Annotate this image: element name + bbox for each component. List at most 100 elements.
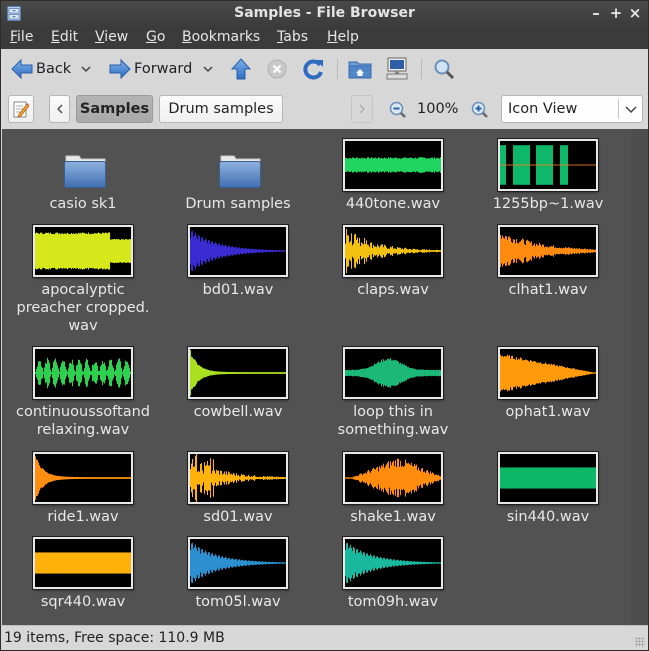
audio-thumbnail	[342, 224, 444, 278]
menu-edit[interactable]: Edit	[51, 29, 78, 45]
forward-label: Forward	[134, 61, 193, 77]
path-scroll-right-button[interactable]	[351, 95, 373, 123]
pencil-note-icon	[13, 101, 29, 118]
audio-thumbnail	[32, 451, 134, 505]
zoom-level: 100%	[417, 101, 459, 117]
toolbar: Back Forward	[1, 49, 648, 89]
home-button[interactable]	[348, 57, 372, 81]
file-name-label: relaxing.wav	[36, 422, 130, 438]
path-segment-drum-samples[interactable]: Drum samples	[159, 95, 283, 123]
close-button[interactable]: ×	[626, 4, 644, 22]
file-name-label: cowbell.wav	[193, 404, 283, 420]
window-title: Samples - File Browser	[234, 5, 415, 21]
menu-edit-label: dit	[59, 29, 79, 45]
file-name-label: 1255bp~1.wav	[492, 196, 604, 212]
audio-thumbnail	[32, 346, 134, 400]
menu-help-mnemonic: H	[327, 29, 338, 45]
zoom-out-icon	[389, 101, 406, 118]
chevron-down-icon	[203, 66, 213, 73]
forward-history-dropdown[interactable]	[202, 57, 214, 81]
stop-icon	[267, 59, 287, 79]
menu-bookmarks-mnemonic: B	[182, 29, 192, 45]
stop-button[interactable]	[267, 57, 287, 81]
toolbar-separator	[337, 59, 338, 79]
reload-button[interactable]	[303, 57, 325, 81]
minimize-button[interactable]: –	[587, 4, 605, 22]
zoom-in-icon	[471, 101, 488, 118]
waveform-preview	[500, 467, 596, 489]
file-name-label: 440tone.wav	[345, 196, 441, 212]
path-scroll-left-button[interactable]	[49, 95, 70, 123]
computer-icon	[386, 57, 408, 80]
waveform-preview	[190, 454, 286, 502]
menu-bookmarks-label: ookmarks	[191, 29, 261, 45]
chevron-down-icon	[625, 106, 637, 114]
menu-file[interactable]: File	[10, 29, 33, 45]
menu-view-mnemonic: V	[95, 29, 105, 45]
back-history-dropdown[interactable]	[80, 57, 92, 81]
zoom-in-button[interactable]	[471, 101, 489, 123]
search-icon	[434, 59, 455, 80]
audio-thumbnail	[187, 224, 289, 278]
waveform-preview	[500, 354, 596, 392]
waveform-preview	[345, 542, 441, 584]
chevron-right-icon	[359, 104, 365, 114]
folder-icon	[219, 155, 261, 188]
file-name-label: Drum samples	[185, 196, 291, 212]
reload-icon	[303, 59, 323, 80]
view-mode-select[interactable]: Icon View	[501, 95, 643, 123]
audio-thumbnail	[187, 451, 289, 505]
file-name-label: preacher cropped.	[16, 300, 150, 316]
menu-go[interactable]: Go	[146, 29, 165, 45]
waveform-preview	[500, 234, 596, 268]
menu-bar: File Edit View Go Bookmarks Tabs Help	[1, 27, 648, 49]
file-name-label: tom05l.wav	[195, 594, 281, 610]
status-text: 19 items, Free space: 110.9 MB	[4, 630, 225, 646]
menu-go-mnemonic: G	[146, 29, 157, 45]
file-name-label: something.wav	[337, 422, 449, 438]
home-folder-icon	[348, 61, 372, 79]
file-name-label: bd01.wav	[202, 282, 274, 298]
waveform-preview	[190, 542, 286, 584]
audio-thumbnail	[342, 451, 444, 505]
audio-thumbnail	[497, 224, 599, 278]
file-name-label: claps.wav	[357, 282, 429, 298]
toolbar-separator	[421, 59, 422, 79]
up-button[interactable]	[231, 57, 251, 81]
view-mode-value: Icon View	[508, 101, 578, 117]
menu-file-mnemonic: F	[10, 29, 18, 45]
file-name-label: sqr440.wav	[40, 594, 126, 610]
waveform-preview	[345, 228, 441, 274]
forward-button[interactable]: Forward	[109, 57, 192, 81]
audio-thumbnail	[342, 138, 444, 192]
file-name-label: loop this in	[353, 404, 433, 420]
path-segment-samples[interactable]: Samples	[76, 95, 153, 123]
back-label: Back	[36, 61, 72, 77]
resize-grip[interactable]	[635, 637, 645, 647]
back-button[interactable]: Back	[11, 57, 71, 81]
vertical-scrollbar[interactable]	[631, 129, 648, 625]
menu-file-label: ile	[17, 29, 34, 45]
waveform-preview	[35, 456, 131, 500]
file-icon-view[interactable]: casio sk1 Drum samples 440tone.wav 1255bp~1…	[2, 129, 631, 625]
title-bar[interactable]: Samples - File Browser – + ×	[1, 1, 648, 27]
menu-tabs[interactable]: Tabs	[277, 29, 308, 45]
file-name-label: wav	[68, 318, 98, 334]
zoom-out-button[interactable]	[389, 101, 407, 123]
view-mode-dropdown-button[interactable]	[618, 99, 642, 119]
file-name-label: ride1.wav	[47, 509, 119, 525]
waveform-preview	[35, 357, 131, 389]
back-arrow-icon	[11, 59, 33, 79]
maximize-button[interactable]: +	[607, 4, 625, 22]
audio-thumbnail	[32, 224, 134, 278]
menu-edit-mnemonic: E	[51, 29, 60, 45]
menu-view[interactable]: View	[95, 29, 128, 45]
chevron-down-icon	[81, 66, 91, 73]
up-arrow-icon	[231, 58, 251, 80]
edit-location-button[interactable]	[8, 95, 34, 123]
menu-help[interactable]: Help	[327, 29, 359, 45]
file-name-label: sin440.wav	[506, 509, 590, 525]
computer-button[interactable]	[385, 57, 409, 81]
menu-bookmarks[interactable]: Bookmarks	[182, 29, 260, 45]
search-button[interactable]	[433, 57, 455, 81]
